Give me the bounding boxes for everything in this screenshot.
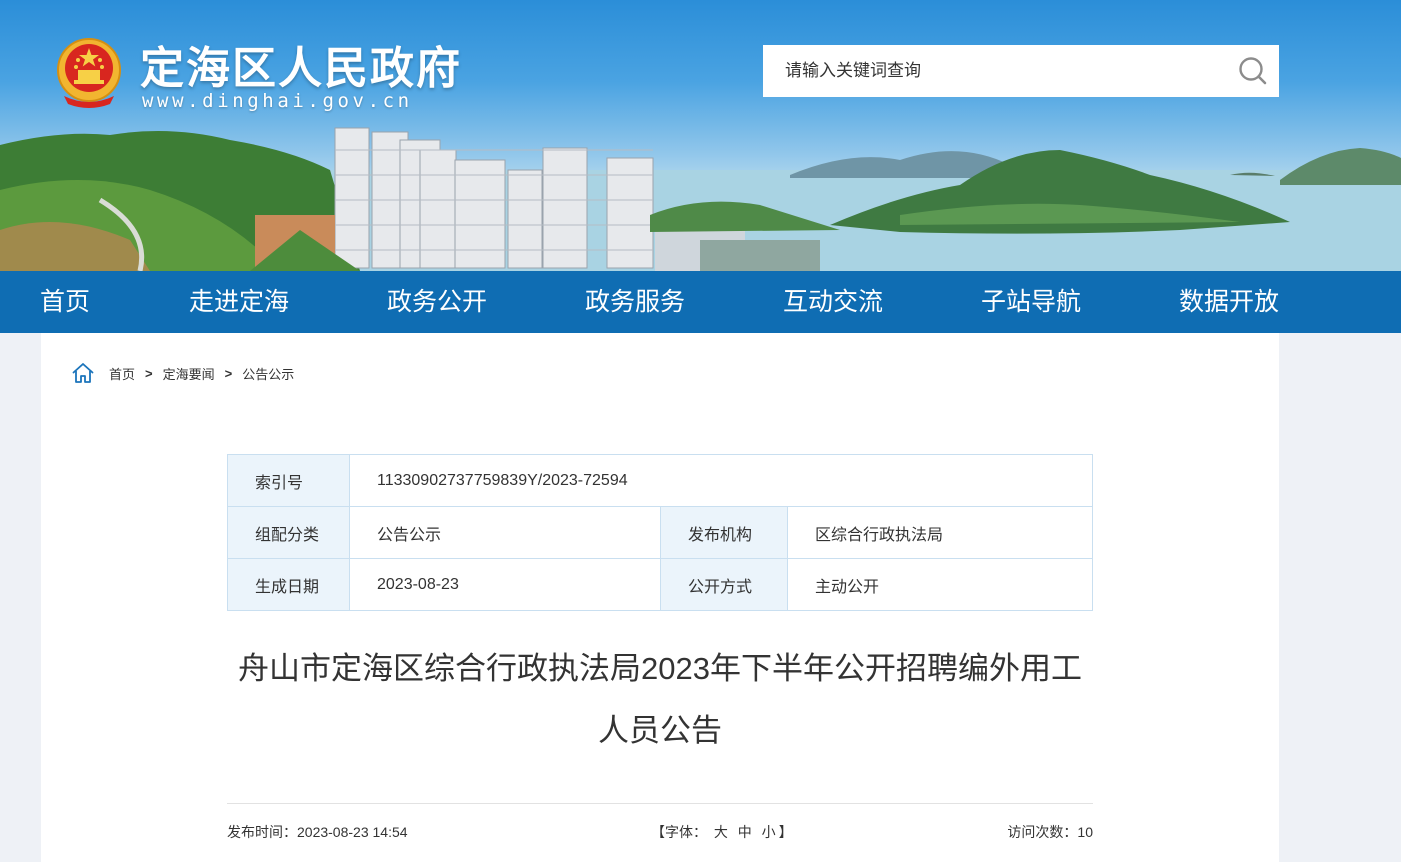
- content-card: 首页 > 定海要闻 > 公告公示 索引号 11330902737759839Y/…: [41, 333, 1279, 862]
- publisher-value: 区综合行政执法局: [787, 506, 1093, 559]
- national-emblem-icon[interactable]: [52, 36, 126, 110]
- method-value: 主动公开: [787, 558, 1093, 611]
- nav-item-home[interactable]: 首页: [40, 271, 90, 333]
- nav-item-interaction[interactable]: 互动交流: [783, 271, 883, 333]
- nav-item-gov-affairs-disclosure[interactable]: 政务公开: [387, 271, 487, 333]
- visit-count: 访问次数：10: [1007, 822, 1093, 842]
- breadcrumb-separator: >: [224, 365, 233, 381]
- publisher-label: 发布机构: [660, 506, 788, 559]
- nav-item-gov-services[interactable]: 政务服务: [585, 271, 685, 333]
- document-meta-table: 索引号 11330902737759839Y/2023-72594 组配分类 公…: [227, 454, 1093, 611]
- publish-time: 发布时间：2023-08-23 14:54: [227, 822, 408, 842]
- article-title-line-2: 人员公告: [598, 713, 722, 748]
- publish-time-value: 2023-08-23 14:54: [297, 824, 408, 840]
- font-size-control: 【字体： 大 中 小】: [651, 822, 793, 842]
- font-size-close: 】: [778, 824, 793, 840]
- index-label: 索引号: [227, 454, 350, 507]
- search-input[interactable]: [763, 45, 1223, 97]
- font-large-button[interactable]: 大: [714, 824, 728, 840]
- divider: [227, 803, 1093, 804]
- table-row: 组配分类 公告公示 发布机构 区综合行政执法局: [227, 506, 1093, 559]
- publish-time-label: 发布时间：: [227, 824, 297, 840]
- table-row: 生成日期 2023-08-23 公开方式 主动公开: [227, 558, 1093, 611]
- font-size-open: 【字体：: [651, 824, 707, 840]
- date-value: 2023-08-23: [349, 558, 661, 611]
- site-title[interactable]: 定海区人民政府: [140, 32, 462, 96]
- visit-count-value: 10: [1077, 824, 1093, 840]
- font-medium-button[interactable]: 中: [738, 824, 752, 840]
- article-title-line-1: 舟山市定海区综合行政执法局2023年下半年公开招聘编外用工: [238, 651, 1082, 686]
- search-icon[interactable]: [1237, 55, 1269, 87]
- table-row: 索引号 11330902737759839Y/2023-72594: [227, 454, 1093, 507]
- search-box: [763, 45, 1279, 97]
- breadcrumb-separator: >: [145, 365, 153, 381]
- home-icon[interactable]: [71, 361, 95, 385]
- breadcrumb-home[interactable]: 首页: [109, 364, 135, 383]
- site-url: www.dinghai.gov.cn: [142, 90, 413, 112]
- nav-item-subsite-nav[interactable]: 子站导航: [981, 271, 1081, 333]
- date-label: 生成日期: [227, 558, 350, 611]
- visit-count-label: 访问次数：: [1007, 824, 1078, 840]
- nav-item-about-dinghai[interactable]: 走进定海: [189, 271, 289, 333]
- category-label: 组配分类: [227, 506, 350, 559]
- method-label: 公开方式: [660, 558, 788, 611]
- header-banner: 定海区人民政府 www.dinghai.gov.cn: [0, 0, 1401, 271]
- category-value: 公告公示: [349, 506, 661, 559]
- breadcrumb-dinghai-news[interactable]: 定海要闻: [163, 364, 215, 383]
- nav-item-open-data[interactable]: 数据开放: [1179, 271, 1279, 333]
- breadcrumb: 首页 > 定海要闻 > 公告公示: [71, 361, 294, 385]
- font-small-button[interactable]: 小: [762, 824, 776, 840]
- index-value: 11330902737759839Y/2023-72594: [349, 454, 1093, 507]
- main-nav: 首页 走进定海 政务公开 政务服务 互动交流 子站导航 数据开放: [0, 271, 1401, 333]
- article-title: 舟山市定海区综合行政执法局2023年下半年公开招聘编外用工 人员公告: [227, 638, 1093, 762]
- breadcrumb-announcements[interactable]: 公告公示: [242, 364, 294, 383]
